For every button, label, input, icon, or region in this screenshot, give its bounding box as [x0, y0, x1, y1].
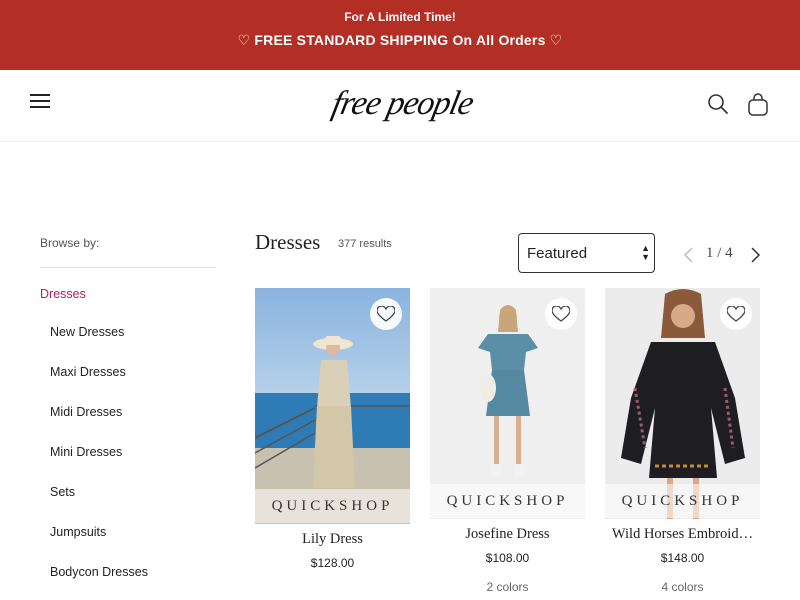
- product-name[interactable]: Lily Dress: [255, 531, 410, 548]
- page-title: Dresses: [255, 230, 321, 254]
- sidebar-item-dresses[interactable]: Dresses: [40, 287, 86, 301]
- browse-label: Browse by:: [40, 236, 100, 250]
- sidebar-item-new-dresses[interactable]: New Dresses: [50, 325, 124, 339]
- product-colors[interactable]: 2 colors: [430, 580, 585, 594]
- sort-selected-value: Featured: [527, 245, 588, 262]
- sidebar-item-mini-dresses[interactable]: Mini Dresses: [50, 445, 122, 459]
- pagination-prev-icon[interactable]: [682, 246, 696, 264]
- product-price: $128.00: [310, 556, 355, 570]
- search-icon[interactable]: [706, 92, 730, 116]
- results-count: 377 results: [338, 238, 392, 250]
- product-image[interactable]: QUICKSHOP: [430, 288, 585, 519]
- product-price: $108.00: [485, 551, 530, 565]
- quickshop-button[interactable]: QUICKSHOP: [605, 484, 760, 518]
- favorite-heart-icon[interactable]: [720, 298, 752, 330]
- product-image[interactable]: QUICKSHOP: [605, 288, 760, 519]
- pagination-status: 1 / 4: [706, 245, 733, 261]
- sidebar-divider: [40, 267, 216, 268]
- logo-script: free people: [329, 84, 477, 122]
- menu-icon[interactable]: [30, 92, 50, 110]
- sidebar-item-jumpsuits[interactable]: Jumpsuits: [50, 525, 106, 539]
- pagination-next-icon[interactable]: [748, 246, 762, 264]
- promo-line-1: For A Limited Time!: [344, 10, 456, 24]
- favorite-heart-icon[interactable]: [370, 298, 402, 330]
- select-arrows-icon: ▲ ▼: [641, 243, 650, 262]
- quickshop-button[interactable]: QUICKSHOP: [255, 489, 410, 523]
- product-name[interactable]: Josefine Dress: [430, 526, 585, 543]
- bag-icon[interactable]: [746, 92, 770, 118]
- sidebar-item-bodycon-dresses[interactable]: Bodycon Dresses: [50, 565, 148, 579]
- promo-line-2: ♡ FREE STANDARD SHIPPING On All Orders ♡: [237, 32, 563, 48]
- quickshop-button[interactable]: QUICKSHOP: [430, 484, 585, 518]
- logo-text: free people: [329, 84, 477, 122]
- sort-select[interactable]: Featured ▲ ▼: [518, 233, 655, 273]
- sidebar-item-maxi-dresses[interactable]: Maxi Dresses: [50, 365, 126, 379]
- product-image[interactable]: QUICKSHOP: [255, 288, 410, 524]
- promo-banner: For A Limited Time! ♡ FREE STANDARD SHIP…: [0, 0, 800, 70]
- product-colors[interactable]: 4 colors: [605, 580, 760, 594]
- brand-logo[interactable]: free people: [290, 78, 510, 134]
- favorite-heart-icon[interactable]: [545, 298, 577, 330]
- product-price: $148.00: [660, 551, 705, 565]
- site-header: free people: [0, 70, 800, 142]
- sidebar-item-sets[interactable]: Sets: [50, 485, 75, 499]
- sidebar-item-midi-dresses[interactable]: Midi Dresses: [50, 405, 122, 419]
- product-name[interactable]: Wild Horses Embroid…: [605, 526, 760, 543]
